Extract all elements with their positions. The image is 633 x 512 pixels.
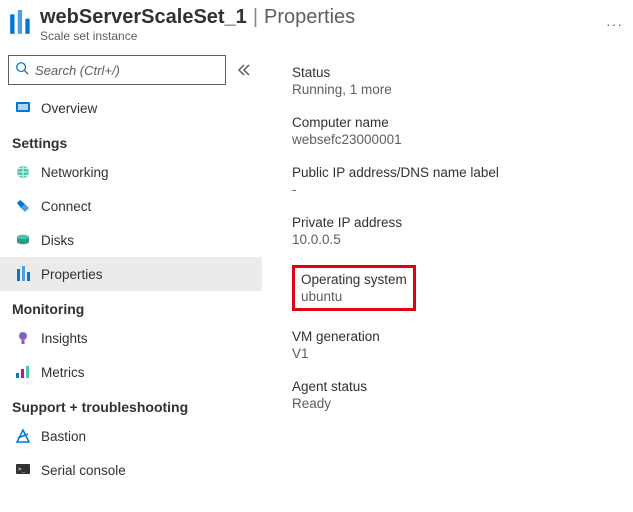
- sidebar-item-label: Metrics: [41, 365, 85, 380]
- sidebar-item-overview[interactable]: Overview: [0, 91, 262, 125]
- search-row: [8, 55, 262, 85]
- prop-label: Computer name: [292, 115, 623, 130]
- prop-value: Running, 1 more: [292, 82, 623, 97]
- svg-text:>_: >_: [18, 466, 26, 473]
- collapse-sidebar-button[interactable]: [236, 62, 252, 78]
- prop-label: Status: [292, 65, 623, 80]
- sidebar-item-label: Serial console: [41, 463, 126, 478]
- sidebar-item-disks[interactable]: Disks: [0, 223, 262, 257]
- prop-value: ubuntu: [301, 289, 407, 304]
- scale-set-instance-icon: [8, 10, 34, 36]
- sidebar-item-label: Bastion: [41, 429, 86, 444]
- resource-subtitle: Scale set instance: [40, 29, 594, 43]
- sidebar-item-metrics[interactable]: Metrics: [0, 355, 262, 389]
- sidebar-section-settings: Settings: [8, 125, 262, 155]
- prop-agent-status: Agent status Ready: [292, 379, 623, 411]
- page-header: webServerScaleSet_1 | Properties Scale s…: [0, 0, 633, 51]
- highlight-box: Operating system ubuntu: [292, 265, 416, 311]
- more-actions-button[interactable]: ···: [606, 16, 623, 32]
- search-input[interactable]: [35, 63, 219, 78]
- sidebar-item-serial-console[interactable]: >_ Serial console: [0, 453, 262, 487]
- prop-public-ip: Public IP address/DNS name label -: [292, 165, 623, 197]
- sidebar-item-properties[interactable]: Properties: [0, 257, 262, 291]
- prop-vm-generation: VM generation V1: [292, 329, 623, 361]
- sidebar-item-label: Networking: [41, 165, 109, 180]
- prop-value: -: [292, 182, 623, 197]
- sidebar-item-label: Properties: [41, 267, 103, 282]
- resource-name: webServerScaleSet_1: [40, 6, 247, 29]
- sidebar: Overview Settings Networking Connect: [0, 51, 262, 512]
- connect-icon: [15, 198, 31, 214]
- metrics-icon: [15, 364, 31, 380]
- sidebar-item-label: Disks: [41, 233, 74, 248]
- sidebar-section-monitoring: Monitoring: [8, 291, 262, 321]
- sidebar-item-bastion[interactable]: Bastion: [0, 419, 262, 453]
- title-line: webServerScaleSet_1 | Properties: [40, 6, 594, 29]
- properties-panel: Status Running, 1 more Computer name web…: [262, 51, 633, 512]
- prop-operating-system: Operating system ubuntu: [292, 265, 623, 311]
- search-icon: [15, 61, 35, 80]
- header-titles: webServerScaleSet_1 | Properties Scale s…: [40, 6, 594, 43]
- prop-label: Agent status: [292, 379, 623, 394]
- networking-icon: [15, 164, 31, 180]
- sidebar-item-label: Overview: [41, 101, 97, 116]
- sidebar-item-label: Insights: [41, 331, 88, 346]
- sidebar-section-support: Support + troubleshooting: [8, 389, 262, 419]
- search-box[interactable]: [8, 55, 226, 85]
- serial-console-icon: >_: [15, 462, 31, 478]
- body: Overview Settings Networking Connect: [0, 51, 633, 512]
- prop-label: Operating system: [301, 272, 407, 287]
- page-title: Properties: [264, 6, 355, 29]
- prop-value: V1: [292, 346, 623, 361]
- overview-icon: [15, 100, 31, 116]
- sidebar-item-networking[interactable]: Networking: [0, 155, 262, 189]
- disks-icon: [15, 232, 31, 248]
- prop-private-ip: Private IP address 10.0.0.5: [292, 215, 623, 247]
- bastion-icon: [15, 428, 31, 444]
- insights-icon: [15, 330, 31, 346]
- sidebar-item-insights[interactable]: Insights: [0, 321, 262, 355]
- prop-value: Ready: [292, 396, 623, 411]
- page-root: webServerScaleSet_1 | Properties Scale s…: [0, 0, 633, 512]
- prop-label: VM generation: [292, 329, 623, 344]
- title-separator: |: [253, 6, 258, 29]
- prop-value: websefc23000001: [292, 132, 623, 147]
- sidebar-item-connect[interactable]: Connect: [0, 189, 262, 223]
- prop-value: 10.0.0.5: [292, 232, 623, 247]
- prop-label: Public IP address/DNS name label: [292, 165, 623, 180]
- prop-computer-name: Computer name websefc23000001: [292, 115, 623, 147]
- prop-label: Private IP address: [292, 215, 623, 230]
- prop-status: Status Running, 1 more: [292, 65, 623, 97]
- properties-icon: [15, 266, 31, 282]
- sidebar-item-label: Connect: [41, 199, 91, 214]
